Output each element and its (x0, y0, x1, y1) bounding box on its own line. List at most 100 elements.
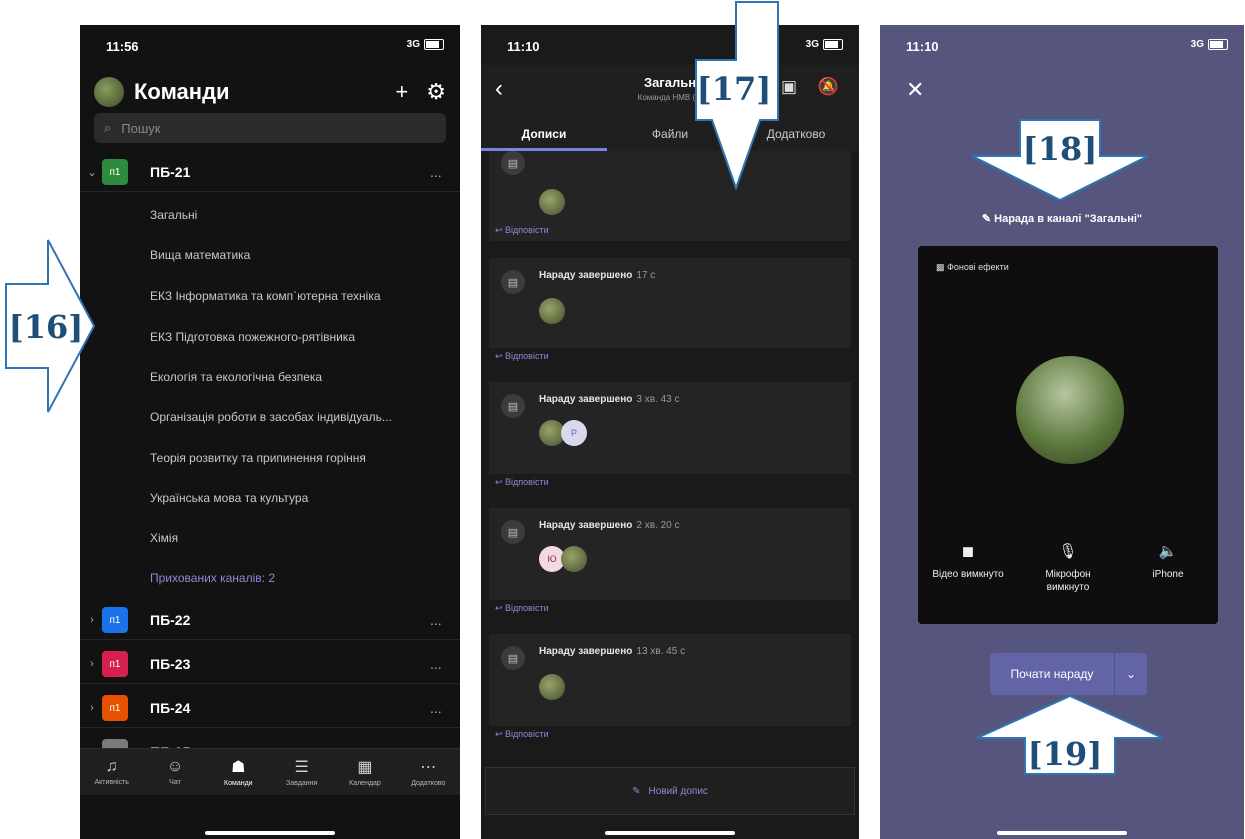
reply-link[interactable]: ↩ Відповісти (495, 351, 549, 362)
status-bar: 11:56 3G (80, 25, 460, 65)
reply-link[interactable]: ↩ Відповісти (495, 225, 549, 236)
reply-link[interactable]: ↩ Відповісти (495, 477, 549, 488)
mic-off-icon: 🎙 (1058, 543, 1078, 560)
tab-label: Команди (224, 780, 253, 787)
channel-item[interactable]: Загальні (150, 208, 440, 222)
status-bar: 11:10 3G (481, 25, 859, 65)
status-bar: 11:10 3G (880, 25, 1244, 65)
speaker-icon: 🔈 (1158, 543, 1178, 560)
meeting-name[interactable]: ✎ Нарада в каналі "Загальні" (880, 212, 1244, 225)
search-placeholder: Пошук (121, 120, 161, 136)
search-icon: ⌕ (104, 120, 112, 135)
channel-tabs: Дописи Файли Додатково (481, 121, 859, 151)
annotation-label-16: [16] (8, 308, 84, 346)
bell-icon: ♫ (105, 758, 118, 775)
hidden-channels-link[interactable]: Прихованих каналів: 2 (150, 571, 440, 585)
channel-item[interactable]: Хімія (150, 531, 440, 545)
chevron-down-icon[interactable]: ⌄ (84, 166, 100, 179)
team-row-pb22[interactable]: › п1 ПБ-22 ... (80, 601, 460, 640)
home-indicator (605, 831, 735, 835)
channel-item[interactable]: Українська мова та культура (150, 491, 440, 505)
participant-avatar (561, 546, 587, 572)
message-title: Нараду завершено 2 хв. 20 с (539, 520, 680, 531)
annotation-label-17: [17] (696, 70, 772, 108)
tab-teams[interactable]: ☗ Команди (207, 749, 270, 795)
message-card: ▤ Нараду завершено 13 хв. 45 с (489, 634, 851, 726)
tab-activity[interactable]: ♫ Активність (80, 749, 143, 795)
message-card: ▤ Нараду завершено 2 хв. 20 с Ю (489, 508, 851, 600)
clock: 11:10 (906, 39, 939, 54)
meet-now-icon[interactable]: ▣ (781, 77, 797, 97)
message-card: ▤ Нараду завершено 3 хв. 43 с Р (489, 382, 851, 474)
tab-posts[interactable]: Дописи (481, 121, 607, 151)
more-icon[interactable]: ... (430, 656, 460, 672)
team-tile: п1 (102, 607, 128, 633)
signal-indicator: 3G (407, 39, 444, 50)
tab-assignments[interactable]: ☰ Завдання (270, 749, 333, 795)
annotation-label-18: [18] (1022, 130, 1098, 168)
channel-item[interactable]: Вища математика (150, 248, 440, 262)
meeting-icon: ▤ (501, 520, 525, 544)
search-input[interactable]: ⌕ Пошук (94, 113, 446, 143)
participant-avatar (539, 674, 565, 700)
new-post-button[interactable]: ✎ Новий допис (485, 767, 855, 815)
chevron-right-icon[interactable]: › (84, 702, 100, 714)
calendar-icon: ▦ (357, 759, 373, 776)
participant-badge: Р (561, 420, 587, 446)
channel-item[interactable]: ЕКЗ Підготовка пожежного-рятівника (150, 330, 440, 344)
team-row-pb21[interactable]: ⌄ п1 ПБ-21 ... (80, 153, 460, 192)
chevron-right-icon[interactable]: › (84, 658, 100, 670)
chevron-down-icon[interactable]: ⌄ (1114, 653, 1147, 695)
tab-label: Додатково (411, 780, 446, 787)
pencil-icon: ✎ (981, 213, 995, 225)
header: Команди + ⚙ (94, 75, 446, 109)
media-controls: ◼ Відео вимкнуто 🎙 Мікрофон вимкнуто 🔈 iPho… (918, 542, 1218, 594)
meeting-icon: ▤ (501, 394, 525, 418)
reply-link[interactable]: ↩ Відповісти (495, 603, 549, 614)
start-meeting-button[interactable]: Почати нараду ⌄ (990, 653, 1147, 695)
home-indicator (997, 831, 1127, 835)
team-name: ПБ-24 (150, 700, 191, 716)
tab-calendar[interactable]: ▦ Календар (333, 749, 396, 795)
channel-item[interactable]: ЕКЗ Інформатика та комп`ютерна техніка (150, 289, 440, 303)
start-meeting-label: Почати нараду (1010, 667, 1094, 681)
chevron-right-icon[interactable]: › (84, 614, 100, 626)
gear-icon[interactable]: ⚙ (426, 79, 446, 105)
battery-icon (823, 39, 843, 50)
avatar[interactable] (94, 77, 124, 107)
notifications-off-icon[interactable]: 🔕 (818, 77, 839, 97)
reply-link[interactable]: ↩ Відповісти (495, 729, 549, 740)
avatar (1016, 356, 1124, 464)
team-tile: п1 (102, 695, 128, 721)
message-card: ▤ Нараду завершено 17 с (489, 258, 851, 348)
channel-item[interactable]: Екологія та екологічна безпека (150, 370, 440, 384)
more-icon[interactable]: ... (430, 700, 460, 716)
tab-chat[interactable]: ☺ Чат (143, 749, 206, 795)
more-icon[interactable]: ... (430, 612, 460, 628)
mic-toggle[interactable]: 🎙 Мікрофон вимкнуто (1023, 542, 1113, 594)
tab-more[interactable]: ⋯ Додатково (397, 749, 460, 795)
channel-item[interactable]: Організація роботи в засобах індивідуаль… (150, 410, 440, 424)
video-preview: ▩ Фонові ефекти ◼ Відео вимкнуто 🎙 Мікрофо… (918, 246, 1218, 624)
video-toggle[interactable]: ◼ Відео вимкнуто (923, 542, 1013, 594)
participant-avatar (539, 189, 565, 215)
audio-device-toggle[interactable]: 🔈 iPhone (1123, 542, 1213, 594)
team-row-pb24[interactable]: › п1 ПБ-24 ... (80, 689, 460, 728)
channel-screen: 11:10 3G ‹ Загальн Команда НМВ (го ▣ 🔕 Д… (481, 25, 859, 839)
channel-item[interactable]: Теорія розвитку та припинення горіння (150, 451, 440, 465)
background-effects-button[interactable]: ▩ Фонові ефекти (936, 262, 1009, 273)
team-row-pb23[interactable]: › п1 ПБ-23 ... (80, 645, 460, 684)
meeting-icon: ▤ (501, 270, 525, 294)
meeting-icon: ▤ (501, 646, 525, 670)
back-icon[interactable]: ‹ (495, 75, 503, 103)
video-off-icon: ◼ (961, 543, 975, 560)
teams-list-screen: 11:56 3G Команди + ⚙ ⌕ Пошук ⌄ п1 ПБ-21 … (80, 25, 460, 839)
plus-icon[interactable]: + (395, 79, 408, 105)
clock: 11:56 (106, 39, 139, 54)
more-icon[interactable]: ... (430, 164, 460, 180)
background-effects-icon: ▩ (936, 262, 948, 272)
channel-header: ‹ Загальн Команда НМВ (го ▣ 🔕 Дописи Фай… (481, 65, 859, 151)
close-icon[interactable]: ✕ (906, 77, 924, 103)
new-post-label: Новий допис (648, 785, 708, 797)
tab-label: Активність (94, 779, 129, 786)
